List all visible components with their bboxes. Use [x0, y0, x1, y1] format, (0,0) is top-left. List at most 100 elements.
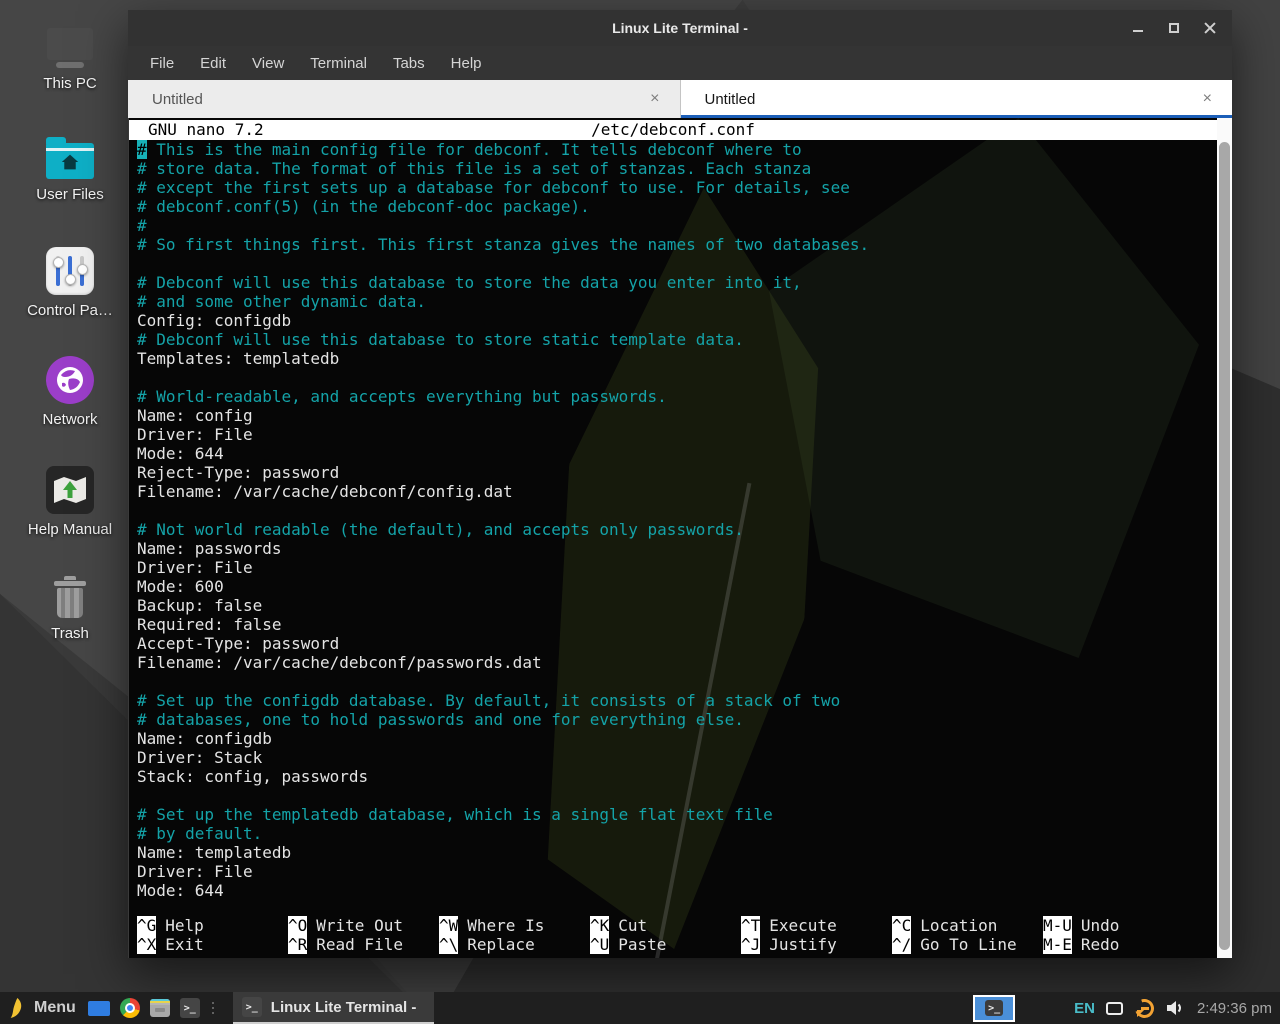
- tab-label: Untitled: [705, 91, 756, 108]
- tab-close-icon[interactable]: ×: [1203, 91, 1212, 107]
- clipboard-tray-icon[interactable]: [1106, 1002, 1123, 1015]
- close-button[interactable]: [1204, 22, 1216, 34]
- editor-line: Driver: File: [137, 862, 1210, 881]
- terminal-content[interactable]: GNU nano 7.2 /etc/debconf.conf # This is…: [128, 118, 1232, 958]
- editor-line: Templates: templatedb: [137, 349, 1210, 368]
- editor-line: # except the first sets up a database fo…: [137, 178, 1210, 197]
- nano-shortcut-exit: ^XExit: [137, 935, 288, 954]
- tab-close-icon[interactable]: ×: [650, 91, 659, 107]
- nano-shortcut-redo: M-ERedo: [1043, 935, 1194, 954]
- globe-icon: [46, 356, 94, 404]
- tab-untitled-1[interactable]: Untitled ×: [128, 80, 681, 118]
- editor-line: Name: configdb: [137, 729, 1210, 748]
- desktop-icon-user-files[interactable]: User Files: [14, 136, 126, 203]
- desktop-icon-trash[interactable]: Trash: [14, 576, 126, 642]
- workspace-pager-icon[interactable]: [88, 1001, 110, 1016]
- keyboard-layout-indicator[interactable]: EN: [1074, 1000, 1095, 1017]
- nano-shortcut-read-file: ^RRead File: [288, 935, 439, 954]
- editor-line: Config: configdb: [137, 311, 1210, 330]
- sliders-icon: [46, 247, 94, 295]
- terminal-window: Linux Lite Terminal - File Edit View Termin…: [128, 10, 1232, 958]
- menu-item-file[interactable]: File: [145, 52, 179, 75]
- editor-line: [137, 501, 1210, 520]
- desktop-icon-label: Trash: [51, 625, 89, 642]
- menu-item-view[interactable]: View: [247, 52, 289, 75]
- text-cursor: #: [137, 140, 147, 159]
- taskbar-separator[interactable]: [210, 999, 217, 1017]
- task-button-terminal[interactable]: >_ Linux Lite Terminal -: [233, 992, 435, 1024]
- menu-bar: File Edit View Terminal Tabs Help: [128, 46, 1232, 80]
- editor-line: # Debconf will use this database to stor…: [137, 273, 1210, 292]
- desktop-icon-network[interactable]: Network: [14, 356, 126, 428]
- desktop-icon-label: Control Pa…: [27, 302, 113, 319]
- chrome-icon[interactable]: [120, 998, 140, 1018]
- desktop-icon-help-manual[interactable]: Help Manual: [14, 466, 126, 538]
- editor-line: Name: templatedb: [137, 843, 1210, 862]
- nano-shortcut-location: ^CLocation: [892, 916, 1043, 935]
- menu-item-terminal[interactable]: Terminal: [305, 52, 372, 75]
- editor-line: # World-readable, and accepts everything…: [137, 387, 1210, 406]
- menu-item-edit[interactable]: Edit: [195, 52, 231, 75]
- minimize-button[interactable]: [1132, 22, 1144, 34]
- home-folder-icon: [46, 143, 94, 179]
- nano-shortcut-go-to-line: ^/Go To Line: [892, 935, 1043, 954]
- desktop-icon-label: User Files: [36, 186, 104, 203]
- window-titlebar[interactable]: Linux Lite Terminal -: [128, 10, 1232, 46]
- menu-item-help[interactable]: Help: [446, 52, 487, 75]
- desktop-icon-label: Help Manual: [28, 521, 112, 538]
- editor-line: [137, 254, 1210, 273]
- scrollbar-track[interactable]: [1217, 118, 1232, 958]
- nano-shortcut-execute: ^TExecute: [741, 916, 892, 935]
- editor-line: Mode: 644: [137, 444, 1210, 463]
- editor-line: Filename: /var/cache/debconf/config.dat: [137, 482, 1210, 501]
- desktop-icon-this-pc[interactable]: This PC: [14, 28, 126, 92]
- editor-line: Reject-Type: password: [137, 463, 1210, 482]
- desktop-icon-control-panel[interactable]: Control Pa…: [14, 247, 126, 319]
- editor-line: # debconf.conf(5) (in the debconf-doc pa…: [137, 197, 1210, 216]
- linux-lite-logo-icon[interactable]: [8, 996, 24, 1020]
- file-manager-icon[interactable]: [150, 999, 170, 1017]
- update-notifier-icon[interactable]: [1134, 998, 1155, 1019]
- editor-line: Name: config: [137, 406, 1210, 425]
- nano-shortcut-bar: ^GHelp^XExit^OWrite Out^RRead File^WWher…: [137, 916, 1194, 954]
- editor-line: Name: passwords: [137, 539, 1210, 558]
- taskbar: Menu >_ >_ Linux Lite Terminal - >_ EN 2…: [0, 992, 1280, 1024]
- editor-text: # This is the main config file for debco…: [137, 140, 1210, 900]
- editor-line: Accept-Type: password: [137, 634, 1210, 653]
- editor-line: Driver: Stack: [137, 748, 1210, 767]
- editor-line: # Not world readable (the default), and …: [137, 520, 1210, 539]
- this-pc-icon: [47, 28, 93, 68]
- desktop-icon-label: Network: [42, 411, 97, 428]
- terminal-icon: >_: [985, 1000, 1003, 1016]
- nano-shortcut-justify: ^JJustify: [741, 935, 892, 954]
- nano-shortcut-write-out: ^OWrite Out: [288, 916, 439, 935]
- menu-button[interactable]: Menu: [34, 999, 76, 1017]
- editor-line: #: [137, 216, 1210, 235]
- editor-line: [137, 672, 1210, 691]
- tab-label: Untitled: [152, 91, 203, 108]
- nano-shortcut-undo: M-UUndo: [1043, 916, 1194, 935]
- menu-item-tabs[interactable]: Tabs: [388, 52, 430, 75]
- task-button-label: Linux Lite Terminal -: [271, 999, 417, 1016]
- editor-line: Backup: false: [137, 596, 1210, 615]
- editor-line: # Set up the configdb database. By defau…: [137, 691, 1210, 710]
- window-title: Linux Lite Terminal -: [128, 10, 1232, 46]
- trash-can-icon: [54, 576, 86, 618]
- maximize-button[interactable]: [1168, 22, 1180, 34]
- editor-line: # Debconf will use this database to stor…: [137, 330, 1210, 349]
- clock[interactable]: 2:49:36 pm: [1197, 1000, 1272, 1017]
- editor-line: # and some other dynamic data.: [137, 292, 1210, 311]
- nano-shortcut-paste: ^UPaste: [590, 935, 741, 954]
- editor-line: Mode: 644: [137, 881, 1210, 900]
- volume-icon[interactable]: [1166, 1000, 1184, 1016]
- editor-line: # store data. The format of this file is…: [137, 159, 1210, 178]
- nano-filename: /etc/debconf.conf: [129, 120, 1217, 139]
- terminal-launcher-icon[interactable]: >_: [180, 998, 200, 1018]
- tab-untitled-2[interactable]: Untitled ×: [681, 80, 1233, 118]
- terminal-icon: >_: [242, 997, 262, 1017]
- editor-line: # So first things first. This first stan…: [137, 235, 1210, 254]
- editor-line: Stack: config, passwords: [137, 767, 1210, 786]
- tray-terminal-button[interactable]: >_: [973, 995, 1015, 1022]
- editor-line: Mode: 600: [137, 577, 1210, 596]
- scrollbar-thumb[interactable]: [1219, 142, 1230, 950]
